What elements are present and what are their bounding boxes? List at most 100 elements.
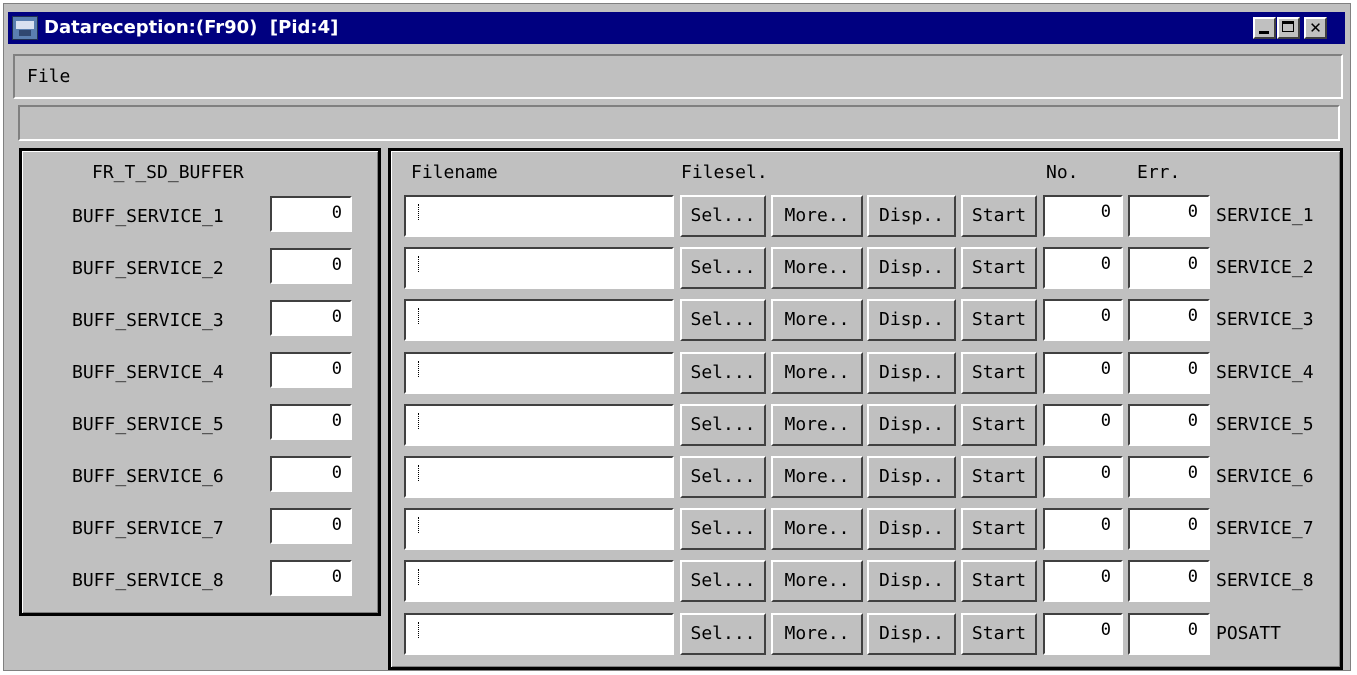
more-button[interactable]: More.. xyxy=(771,195,863,237)
display-button[interactable]: Disp.. xyxy=(867,456,956,498)
more-button[interactable]: More.. xyxy=(771,613,863,655)
title-bar[interactable]: Datareception:(Fr90) [Pid:4] xyxy=(8,12,1345,44)
error-count-field[interactable]: 0 xyxy=(1128,247,1210,289)
error-count-field[interactable]: 0 xyxy=(1128,613,1210,655)
display-button[interactable]: Disp.. xyxy=(867,352,956,394)
error-count-field[interactable]: 0 xyxy=(1128,404,1210,446)
select-file-button[interactable]: Sel... xyxy=(680,613,766,655)
select-file-button[interactable]: Sel... xyxy=(680,508,766,550)
more-button[interactable]: More.. xyxy=(771,404,863,446)
service-label: SERVICE_7 xyxy=(1216,518,1314,539)
filename-input[interactable] xyxy=(404,456,674,498)
buffer-label: BUFF_SERVICE_8 xyxy=(72,570,224,591)
display-button[interactable]: Disp.. xyxy=(867,404,956,446)
start-button[interactable]: Start xyxy=(961,352,1037,394)
select-file-button[interactable]: Sel... xyxy=(680,247,766,289)
menu-file[interactable]: File xyxy=(27,66,70,88)
display-button[interactable]: Disp.. xyxy=(867,560,956,602)
more-button[interactable]: More.. xyxy=(771,560,863,602)
more-button[interactable]: More.. xyxy=(771,247,863,289)
start-button[interactable]: Start xyxy=(961,613,1037,655)
text-caret xyxy=(418,256,420,272)
error-count-field[interactable]: 0 xyxy=(1128,456,1210,498)
minimize-icon[interactable] xyxy=(1253,17,1276,39)
display-button[interactable]: Disp.. xyxy=(867,508,956,550)
start-button[interactable]: Start xyxy=(961,404,1037,446)
buffer-count-field[interactable]: 0 xyxy=(270,196,352,232)
app-icon[interactable] xyxy=(12,16,38,40)
count-field[interactable]: 0 xyxy=(1043,508,1123,550)
more-button[interactable]: More.. xyxy=(771,299,863,341)
buffer-count-field[interactable]: 0 xyxy=(270,300,352,336)
filename-input[interactable] xyxy=(404,404,674,446)
service-label: SERVICE_8 xyxy=(1216,570,1314,591)
maximize-icon[interactable] xyxy=(1277,17,1300,39)
start-button[interactable]: Start xyxy=(961,247,1037,289)
filename-input[interactable] xyxy=(404,613,674,655)
display-button[interactable]: Disp.. xyxy=(867,613,956,655)
buffer-panel-title: FR_T_SD_BUFFER xyxy=(92,162,244,183)
text-caret xyxy=(418,622,420,638)
filename-input[interactable] xyxy=(404,247,674,289)
count-field[interactable]: 0 xyxy=(1043,299,1123,341)
service-label: SERVICE_4 xyxy=(1216,362,1314,383)
text-caret xyxy=(418,204,420,220)
start-button[interactable]: Start xyxy=(961,456,1037,498)
service-label: SERVICE_2 xyxy=(1216,257,1314,278)
select-file-button[interactable]: Sel... xyxy=(680,195,766,237)
count-field[interactable]: 0 xyxy=(1043,352,1123,394)
header-filename: Filename xyxy=(411,162,498,183)
display-button[interactable]: Disp.. xyxy=(867,299,956,341)
filename-input[interactable] xyxy=(404,508,674,550)
text-caret xyxy=(418,569,420,585)
service-label: SERVICE_1 xyxy=(1216,205,1314,226)
display-button[interactable]: Disp.. xyxy=(867,195,956,237)
error-count-field[interactable]: 0 xyxy=(1128,508,1210,550)
buffer-count-field[interactable]: 0 xyxy=(270,508,352,544)
count-field[interactable]: 0 xyxy=(1043,247,1123,289)
status-bar xyxy=(18,105,1340,141)
count-field[interactable]: 0 xyxy=(1043,404,1123,446)
select-file-button[interactable]: Sel... xyxy=(680,299,766,341)
buffer-count-field[interactable]: 0 xyxy=(270,248,352,284)
more-button[interactable]: More.. xyxy=(771,352,863,394)
start-button[interactable]: Start xyxy=(961,560,1037,602)
buffer-count-field[interactable]: 0 xyxy=(270,404,352,440)
buffer-label: BUFF_SERVICE_6 xyxy=(72,466,224,487)
close-icon[interactable] xyxy=(1304,17,1327,39)
error-count-field[interactable]: 0 xyxy=(1128,560,1210,602)
select-file-button[interactable]: Sel... xyxy=(680,456,766,498)
buffer-label: BUFF_SERVICE_7 xyxy=(72,518,224,539)
count-field[interactable]: 0 xyxy=(1043,195,1123,237)
display-button[interactable]: Disp.. xyxy=(867,247,956,289)
buffer-count-field[interactable]: 0 xyxy=(270,456,352,492)
start-button[interactable]: Start xyxy=(961,299,1037,341)
filename-input[interactable] xyxy=(404,352,674,394)
service-label: SERVICE_5 xyxy=(1216,414,1314,435)
filename-input[interactable] xyxy=(404,560,674,602)
text-caret xyxy=(418,465,420,481)
buffer-count-field[interactable]: 0 xyxy=(270,560,352,596)
service-label: SERVICE_3 xyxy=(1216,309,1314,330)
count-field[interactable]: 0 xyxy=(1043,560,1123,602)
select-file-button[interactable]: Sel... xyxy=(680,404,766,446)
select-file-button[interactable]: Sel... xyxy=(680,560,766,602)
start-button[interactable]: Start xyxy=(961,508,1037,550)
buffer-count-field[interactable]: 0 xyxy=(270,352,352,388)
filename-input[interactable] xyxy=(404,195,674,237)
error-count-field[interactable]: 0 xyxy=(1128,299,1210,341)
select-file-button[interactable]: Sel... xyxy=(680,352,766,394)
count-field[interactable]: 0 xyxy=(1043,456,1123,498)
error-count-field[interactable]: 0 xyxy=(1128,195,1210,237)
error-count-field[interactable]: 0 xyxy=(1128,352,1210,394)
filename-input[interactable] xyxy=(404,299,674,341)
more-button[interactable]: More.. xyxy=(771,456,863,498)
buffer-label: BUFF_SERVICE_1 xyxy=(72,206,224,227)
buffer-label: BUFF_SERVICE_5 xyxy=(72,414,224,435)
more-button[interactable]: More.. xyxy=(771,508,863,550)
service-label: POSATT xyxy=(1216,623,1282,644)
start-button[interactable]: Start xyxy=(961,195,1037,237)
header-filesel: Filesel. xyxy=(681,162,768,183)
service-label: SERVICE_6 xyxy=(1216,466,1314,487)
count-field[interactable]: 0 xyxy=(1043,613,1123,655)
